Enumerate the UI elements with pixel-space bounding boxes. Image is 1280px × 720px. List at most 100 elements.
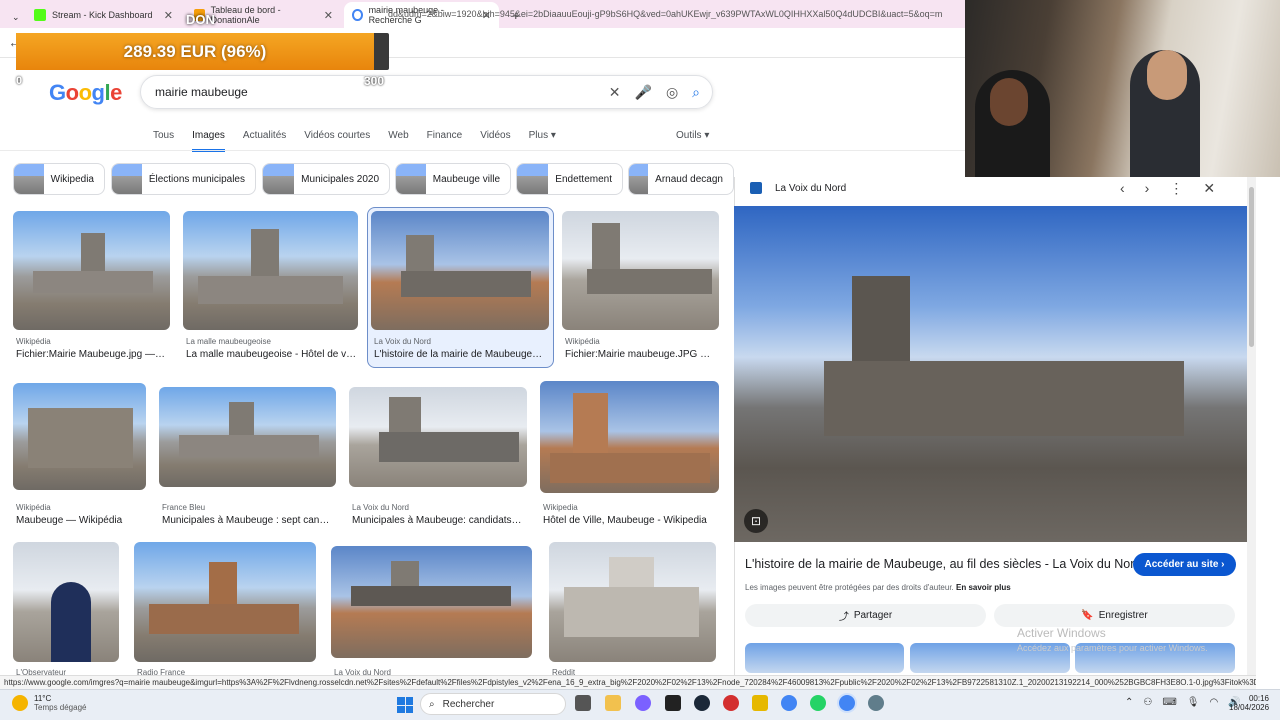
save-button[interactable]: 🔖 Enregistrer bbox=[994, 604, 1235, 627]
learn-more-link[interactable]: En savoir plus bbox=[956, 583, 1011, 592]
result-image[interactable] bbox=[331, 546, 532, 658]
search-icon[interactable]: ⌕ bbox=[692, 84, 700, 101]
recording-app-icon[interactable] bbox=[723, 695, 739, 711]
result-image[interactable] bbox=[134, 542, 316, 662]
chip-label: Arnaud decagn bbox=[655, 173, 723, 185]
result-image[interactable] bbox=[562, 211, 719, 330]
chip-municipales-2020[interactable]: Municipales 2020 bbox=[262, 163, 390, 195]
chip-thumbnail bbox=[517, 164, 549, 194]
taskbar-search[interactable]: ⌕ Rechercher bbox=[420, 693, 566, 715]
weather-widget[interactable]: 11°C Temps dégagé bbox=[12, 694, 86, 712]
chrome-active-icon[interactable] bbox=[839, 695, 855, 711]
result-image[interactable] bbox=[13, 383, 146, 490]
whatsapp-icon[interactable] bbox=[810, 695, 826, 711]
donation-label: DON bbox=[186, 12, 215, 27]
chevron-left-icon[interactable]: ‹ bbox=[1120, 180, 1125, 197]
tab-videos[interactable]: Vidéos bbox=[480, 130, 510, 152]
settings-icon[interactable] bbox=[868, 695, 884, 711]
chip-maubeuge-ville[interactable]: Maubeuge ville bbox=[395, 163, 511, 195]
chip-thumbnail bbox=[396, 164, 426, 194]
taskbar-search-placeholder: Rechercher bbox=[442, 698, 495, 710]
preview-source[interactable]: La Voix du Nord bbox=[775, 183, 846, 194]
tab-news[interactable]: Actualités bbox=[243, 130, 286, 152]
result-image[interactable] bbox=[349, 387, 527, 487]
result-image[interactable] bbox=[13, 542, 119, 662]
url-text[interactable]: dd&udm=2&biw=1920&bih=945&ei=2bDiaauuEou… bbox=[388, 9, 966, 19]
tools-button[interactable]: Outils ▾ bbox=[676, 130, 709, 141]
scrollbar-thumb[interactable] bbox=[1249, 187, 1254, 347]
chip-endettement[interactable]: Endettement bbox=[516, 163, 623, 195]
close-icon[interactable]: ✕ bbox=[324, 9, 333, 22]
app-icon[interactable] bbox=[752, 695, 768, 711]
copyright-text: Les images peuvent être protégées par de… bbox=[745, 583, 954, 592]
tab-finance[interactable]: Finance bbox=[427, 130, 463, 152]
result-source: La malle maubeugeoise bbox=[186, 337, 271, 346]
more-vert-icon[interactable]: ⋮ bbox=[1169, 180, 1183, 197]
result-image[interactable] bbox=[549, 542, 716, 662]
close-icon[interactable]: ✕ bbox=[164, 9, 173, 22]
status-url: https://www.google.com/imgres?q=mairie m… bbox=[0, 675, 1256, 689]
microphone-icon[interactable]: 🎤 bbox=[635, 84, 652, 101]
share-icon: ⤴ bbox=[838, 612, 849, 623]
windows-start-icon[interactable] bbox=[397, 697, 413, 713]
chip-thumbnail bbox=[263, 164, 295, 194]
language-icon[interactable]: ⌨ bbox=[1162, 697, 1176, 708]
chrome-icon[interactable] bbox=[781, 695, 797, 711]
tab-kick[interactable]: Stream - Kick Dashboard ✕ bbox=[26, 4, 181, 26]
task-view-icon[interactable] bbox=[575, 695, 591, 711]
result-image[interactable] bbox=[159, 387, 336, 487]
search-box[interactable]: mairie maubeuge ✕ 🎤 ◎ ⌕ bbox=[140, 75, 713, 109]
result-title[interactable]: Hôtel de Ville, Maubeuge - Wikipedia bbox=[543, 515, 718, 526]
result-title[interactable]: Fichier:Mairie maubeuge.JPG — ... bbox=[565, 349, 719, 360]
result-image[interactable] bbox=[13, 211, 170, 330]
result-title[interactable]: L'histoire de la mairie de Maubeuge, ... bbox=[374, 349, 544, 360]
capcut-icon[interactable] bbox=[665, 695, 681, 711]
tab-list-button[interactable]: ⌄ bbox=[4, 6, 28, 28]
clear-icon[interactable]: ✕ bbox=[609, 84, 621, 101]
preview-image[interactable] bbox=[734, 206, 1247, 542]
wifi-icon[interactable]: ◠ bbox=[1210, 697, 1219, 708]
result-title[interactable]: Maubeuge — Wikipédia bbox=[16, 515, 146, 526]
donation-amount: 289.39 EUR (96%) bbox=[123, 41, 267, 61]
network-icon[interactable]: ⚇ bbox=[1143, 697, 1152, 708]
result-image[interactable] bbox=[183, 211, 358, 330]
chip-wikipedia[interactable]: Wikipedia bbox=[13, 163, 105, 195]
chevron-up-icon[interactable]: ⌃ bbox=[1125, 697, 1133, 708]
search-input[interactable]: mairie maubeuge bbox=[155, 85, 248, 99]
result-title[interactable]: Municipales à Maubeuge: candidats, ... bbox=[352, 515, 524, 526]
tab-short-videos[interactable]: Vidéos courtes bbox=[304, 130, 370, 152]
tab-more[interactable]: Plus ▾ bbox=[529, 130, 556, 152]
tab-web[interactable]: Web bbox=[388, 130, 408, 152]
file-explorer-icon[interactable] bbox=[605, 695, 621, 711]
chip-label: Maubeuge ville bbox=[432, 173, 500, 185]
donation-min: 0 bbox=[16, 75, 23, 87]
system-tray: ⌃ ⚇ ⌨ 🎙 ◠ 🔊 bbox=[1125, 697, 1241, 708]
tab-label: Tableau de bord - DonationAle bbox=[210, 5, 281, 25]
google-icon bbox=[352, 9, 363, 21]
source-favicon bbox=[750, 182, 762, 194]
clock[interactable]: 00:16 18/04/2026 bbox=[1229, 694, 1269, 712]
chevron-right-icon[interactable]: › bbox=[1145, 180, 1150, 197]
discord-icon[interactable] bbox=[635, 695, 651, 711]
steam-icon[interactable] bbox=[694, 695, 710, 711]
clock-time: 00:16 bbox=[1248, 694, 1269, 703]
microphone-icon[interactable]: 🎙 bbox=[1187, 697, 1200, 708]
google-logo[interactable]: Google bbox=[49, 80, 122, 106]
scrollbar[interactable] bbox=[1247, 177, 1256, 675]
preview-title[interactable]: L'histoire de la mairie de Maubeuge, au … bbox=[745, 557, 1141, 571]
result-title[interactable]: Fichier:Mairie Maubeuge.jpg — ... bbox=[16, 349, 166, 360]
result-title[interactable]: La malle maubeugeoise - Hôtel de ville bbox=[186, 349, 358, 360]
camera-lens-icon[interactable]: ◎ bbox=[666, 84, 678, 101]
visit-site-button[interactable]: Accéder au site › bbox=[1133, 553, 1236, 576]
result-title[interactable]: Municipales à Maubeuge : sept candi... bbox=[162, 515, 332, 526]
tab-images[interactable]: Images bbox=[192, 130, 225, 152]
share-button[interactable]: ⤴ Partager bbox=[745, 604, 986, 627]
close-icon[interactable]: ✕ bbox=[1203, 180, 1215, 197]
lens-icon[interactable]: ⊡ bbox=[744, 509, 768, 533]
result-image[interactable] bbox=[540, 381, 719, 493]
tab-all[interactable]: Tous bbox=[153, 130, 174, 152]
chip-elections[interactable]: Élections municipales bbox=[111, 163, 256, 195]
result-image[interactable] bbox=[371, 211, 549, 330]
related-image[interactable] bbox=[745, 643, 904, 673]
chip-arnaud-decagny[interactable]: Arnaud decagn bbox=[628, 163, 734, 195]
